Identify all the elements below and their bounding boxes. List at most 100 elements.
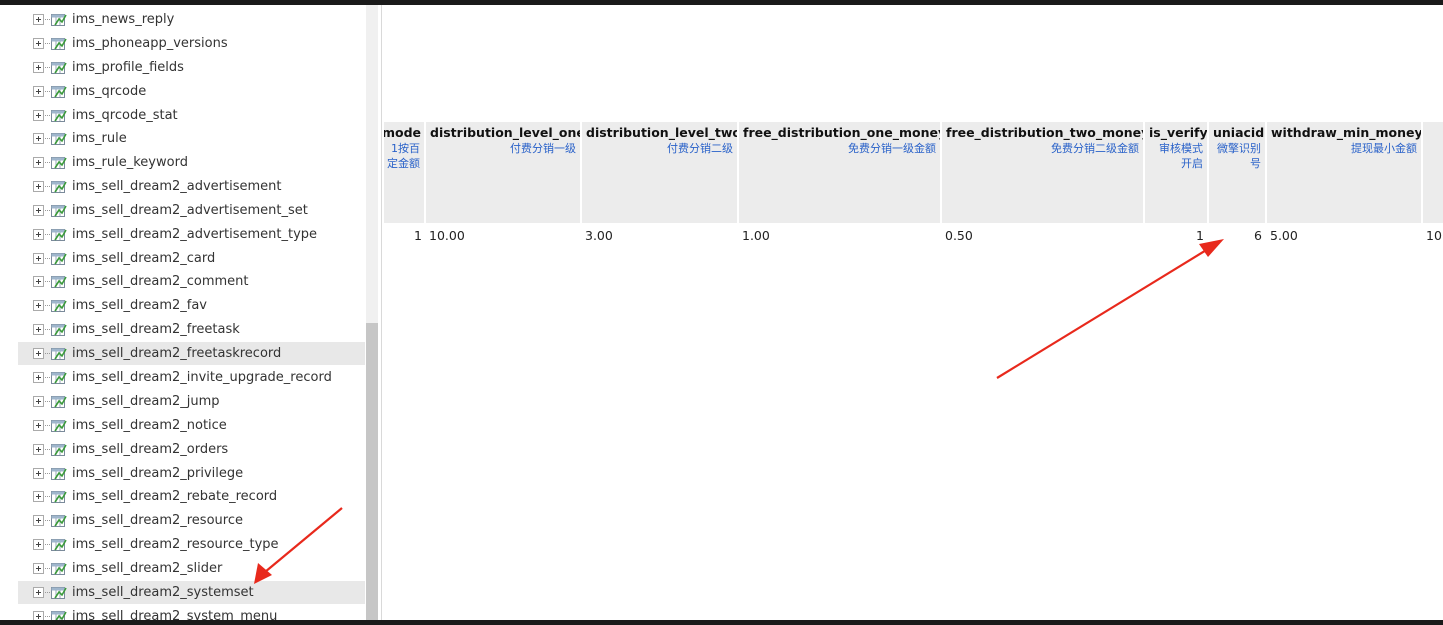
expand-plus-icon[interactable] [33, 444, 44, 455]
expand-plus-icon[interactable] [33, 611, 44, 620]
tree-item-table[interactable]: ims_rule [18, 127, 365, 150]
tree-item-table[interactable]: ims_sell_dream2_card [18, 247, 365, 270]
tree-item-table[interactable]: ims_sell_dream2_slider [18, 557, 365, 580]
expand-plus-icon[interactable] [33, 253, 44, 264]
column-name: is_verify [1149, 125, 1207, 140]
table-cell[interactable]: 10.00 [429, 229, 579, 243]
tree-connector [45, 138, 50, 139]
tree-item-table[interactable]: ims_qrcode_stat [18, 104, 365, 127]
column-header[interactable]: is_verify 审核模式开启 [1145, 122, 1207, 223]
expand-plus-icon[interactable] [33, 468, 44, 479]
column-name: wi [1427, 125, 1443, 141]
tree-item-table[interactable]: ims_sell_dream2_system_menu [18, 605, 365, 620]
tree-item-table[interactable]: ims_sell_dream2_invite_upgrade_record [18, 366, 365, 389]
tree-connector [45, 305, 50, 306]
tree-item-table[interactable]: ims_rule_keyword [18, 151, 365, 174]
expand-plus-icon[interactable] [33, 110, 44, 121]
column-header[interactable]: distribution_level_two 付费分销二级 [582, 122, 737, 223]
expand-plus-icon[interactable] [33, 324, 44, 335]
tree-item-label: ims_phoneapp_versions [72, 36, 228, 51]
table-icon [51, 514, 67, 528]
table-icon [51, 132, 67, 146]
expand-plus-icon[interactable] [33, 396, 44, 407]
sidebar-scrollbar-thumb[interactable] [366, 323, 378, 620]
tree-item-table[interactable]: ims_profile_fields [18, 56, 365, 79]
tree-connector [45, 592, 50, 593]
table-cell[interactable]: 0.50 [945, 229, 1140, 243]
tree-item-label: ims_sell_dream2_jump [72, 394, 220, 409]
expand-plus-icon[interactable] [33, 86, 44, 97]
table-cell[interactable]: 1.00 [742, 229, 937, 243]
tree-item-label: ims_rule_keyword [72, 155, 188, 170]
tree-item-label: ims_sell_dream2_card [72, 251, 216, 266]
tree-connector [45, 353, 50, 354]
tree-item-table[interactable]: ims_sell_dream2_privilege [18, 462, 365, 485]
table-icon [51, 586, 67, 600]
tree-item-label: ims_sell_dream2_notice [72, 418, 227, 433]
tree-item-table[interactable]: ims_sell_dream2_advertisement_set [18, 199, 365, 222]
expand-plus-icon[interactable] [33, 539, 44, 550]
tree-item-table[interactable]: ims_sell_dream2_freetask [18, 318, 365, 341]
tree-connector [45, 186, 50, 187]
table-cell[interactable]: 1 [384, 229, 422, 243]
table-cell[interactable]: 3.00 [585, 229, 735, 243]
panel-splitter[interactable] [381, 5, 382, 620]
tree-item-table[interactable]: ims_sell_dream2_freetaskrecord [18, 342, 365, 365]
expand-plus-icon[interactable] [33, 300, 44, 311]
expand-plus-icon[interactable] [33, 229, 44, 240]
tree-item-label: ims_sell_dream2_rebate_record [72, 489, 278, 504]
tree-item-table[interactable]: ims_sell_dream2_notice [18, 414, 365, 437]
column-header[interactable]: withdraw_min_money 提现最小金额 [1267, 122, 1421, 223]
expand-plus-icon[interactable] [33, 491, 44, 502]
table-cell[interactable]: 5.00 [1270, 229, 1420, 243]
expand-plus-icon[interactable] [33, 133, 44, 144]
expand-plus-icon[interactable] [33, 205, 44, 216]
expand-plus-icon[interactable] [33, 181, 44, 192]
tree-item-table[interactable]: ims_news_reply [18, 8, 365, 31]
column-header[interactable]: uniacid 微擎识别号 [1209, 122, 1265, 223]
column-header[interactable]: distribution_level_one 付费分销一级 [426, 122, 580, 223]
tree-item-table[interactable]: ims_sell_dream2_advertisement [18, 175, 365, 198]
tree-item-table[interactable]: ims_sell_dream2_fav [18, 294, 365, 317]
table-icon [51, 347, 67, 361]
expand-plus-icon[interactable] [33, 515, 44, 526]
expand-plus-icon[interactable] [33, 587, 44, 598]
column-header[interactable]: free_distribution_one_money 免费分销一级金额 [739, 122, 940, 223]
column-name: mode [384, 125, 422, 140]
expand-plus-icon[interactable] [33, 62, 44, 73]
column-header[interactable]: wi [1423, 122, 1443, 223]
tree-item-table[interactable]: ims_qrcode [18, 80, 365, 103]
expand-plus-icon[interactable] [33, 420, 44, 431]
column-header[interactable]: mode 1按百定金额 [384, 122, 424, 223]
table-icon [51, 467, 67, 481]
tree-item-table[interactable]: ims_sell_dream2_advertisement_type [18, 223, 365, 246]
expand-plus-icon[interactable] [33, 157, 44, 168]
tree-connector [45, 473, 50, 474]
table-cell[interactable]: 1 [1148, 229, 1204, 243]
tree-item-table[interactable]: ims_sell_dream2_resource [18, 509, 365, 532]
column-name: uniacid [1213, 125, 1265, 140]
tree-connector [45, 162, 50, 163]
tree-item-label: ims_sell_dream2_system_menu [72, 609, 278, 620]
tree-item-table[interactable]: ims_sell_dream2_orders [18, 438, 365, 461]
table-cell[interactable]: 6 [1212, 229, 1262, 243]
tree-item-table[interactable]: ims_phoneapp_versions [18, 32, 365, 55]
expand-plus-icon[interactable] [33, 14, 44, 25]
column-comment: 免费分销二级金额 [1051, 142, 1139, 155]
column-header[interactable]: free_distribution_two_money 免费分销二级金额 [942, 122, 1143, 223]
tree-item-label: ims_sell_dream2_advertisement [72, 179, 282, 194]
tree-item-table[interactable]: ims_sell_dream2_rebate_record [18, 485, 365, 508]
tree-connector [45, 568, 50, 569]
expand-plus-icon[interactable] [33, 372, 44, 383]
table-icon [51, 443, 67, 457]
tree-item-table[interactable]: ims_sell_dream2_jump [18, 390, 365, 413]
table-cell[interactable]: 10 [1426, 229, 1443, 243]
tree-item-label: ims_sell_dream2_advertisement_set [72, 203, 308, 218]
expand-plus-icon[interactable] [33, 38, 44, 49]
expand-plus-icon[interactable] [33, 276, 44, 287]
tree-item-table[interactable]: ims_sell_dream2_comment [18, 270, 365, 293]
tree-item-table[interactable]: ims_sell_dream2_resource_type [18, 533, 365, 556]
expand-plus-icon[interactable] [33, 348, 44, 359]
tree-item-table[interactable]: ims_sell_dream2_systemset [18, 581, 365, 604]
expand-plus-icon[interactable] [33, 563, 44, 574]
